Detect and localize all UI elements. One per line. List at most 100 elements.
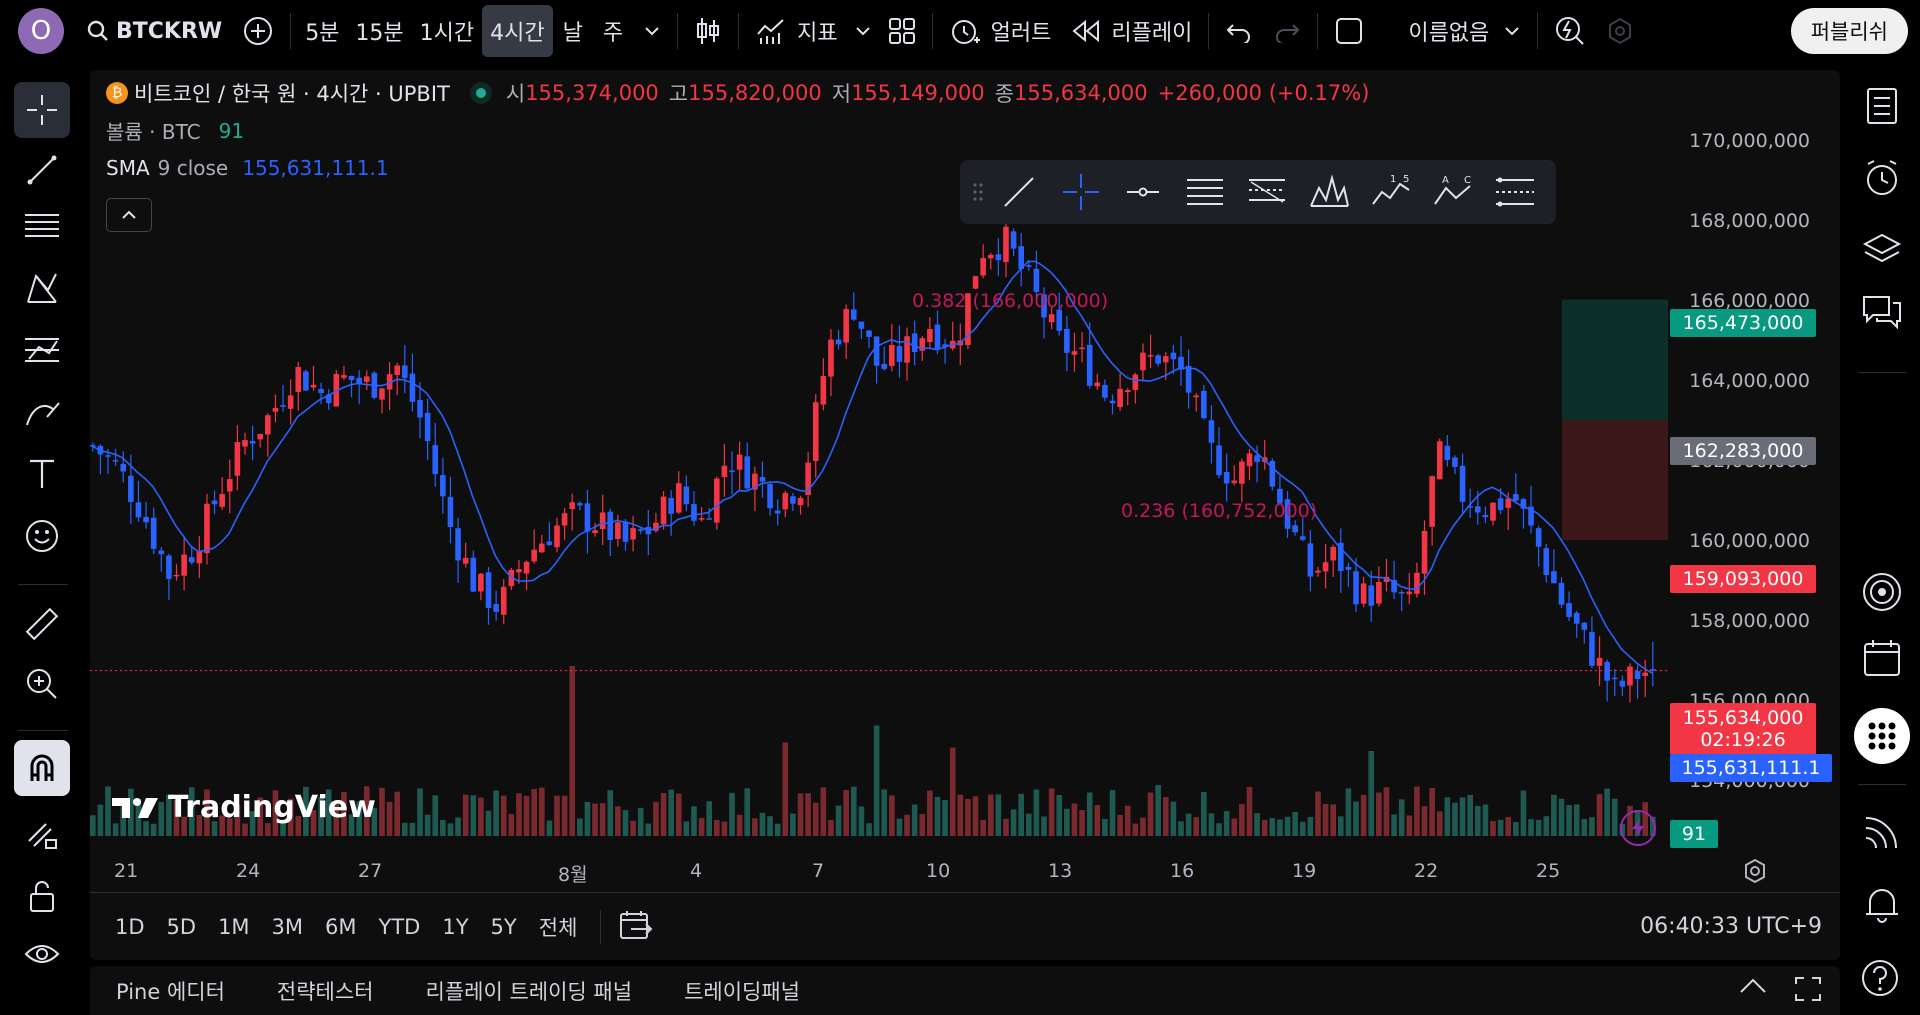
range-3m[interactable]: 3M	[261, 915, 314, 939]
db-horizontal-ray[interactable]	[1112, 166, 1174, 218]
interval-4h[interactable]: 4시간	[482, 5, 553, 57]
volume-bar	[470, 795, 477, 836]
expand-panel-button[interactable]	[1738, 976, 1768, 1000]
sma-legend[interactable]: SMA 9 close 155,631,111.1	[106, 156, 389, 180]
db-pattern[interactable]	[1298, 166, 1360, 218]
crosshair-tool[interactable]	[14, 82, 70, 138]
collapse-legend-button[interactable]	[106, 198, 152, 232]
text-tool[interactable]	[14, 446, 70, 502]
chart-pane[interactable]: ₿ 비트코인 / 한국 원 · 4시간 · UPBIT 시 155,374,000…	[90, 70, 1840, 960]
apps-button[interactable]	[1854, 708, 1910, 764]
lock-drawing-tool[interactable]	[14, 806, 70, 862]
range-1d[interactable]: 1D	[104, 915, 156, 939]
db-fib-retracement[interactable]	[1236, 166, 1298, 218]
measure-tool[interactable]	[14, 596, 70, 652]
lightning-badge[interactable]	[1620, 810, 1656, 846]
horizontal-lines-tool[interactable]	[14, 198, 70, 254]
candle-body	[774, 510, 781, 514]
volume-label: 볼륨 · BTC	[106, 120, 201, 144]
layouts-button[interactable]	[878, 5, 926, 57]
db-abc-pattern[interactable]: AC	[1422, 166, 1484, 218]
interval-week[interactable]: 주	[593, 5, 633, 57]
db-elliott-wave[interactable]: 15	[1360, 166, 1422, 218]
chats-button[interactable]	[1854, 284, 1910, 340]
range-1y[interactable]: 1Y	[431, 915, 479, 939]
emoji-tool[interactable]	[14, 508, 70, 564]
calendar-button[interactable]	[1854, 630, 1910, 686]
range-5d[interactable]: 5D	[156, 915, 208, 939]
tab-replay-trading-panel[interactable]: 리플레이 트레이딩 패널	[426, 976, 633, 1006]
symbol-search[interactable]: BTCKRW	[76, 5, 232, 57]
timezone-clock[interactable]: 06:40:33 UTC+9	[1640, 914, 1822, 939]
object-tree-button[interactable]	[1854, 222, 1910, 278]
redo-button[interactable]	[1263, 5, 1311, 57]
candle-body	[1414, 572, 1420, 594]
pattern-tool[interactable]	[14, 260, 70, 316]
volume-bar	[934, 796, 941, 836]
indicators-dropdown[interactable]	[848, 5, 878, 57]
interval-day[interactable]: 날	[553, 5, 593, 57]
replay-button[interactable]: 리플레이	[1061, 5, 1202, 57]
tab-trading-panel[interactable]: 트레이딩패널	[684, 976, 800, 1006]
chart-type-button[interactable]	[684, 5, 732, 57]
db-parallel-channel[interactable]	[1174, 166, 1236, 218]
interval-dropdown[interactable]	[633, 5, 671, 57]
candle-body	[1254, 455, 1260, 462]
ruler-icon	[25, 607, 59, 641]
range-1m[interactable]: 1M	[207, 915, 260, 939]
visibility-tool[interactable]	[14, 928, 70, 984]
candle-body	[828, 339, 834, 377]
fib-level-lower[interactable]: 0.236 (160,752,000)	[1121, 500, 1317, 522]
publish-button[interactable]: 퍼블리쉬	[1790, 8, 1908, 54]
stream-button[interactable]	[1854, 804, 1910, 860]
drag-handle[interactable]	[968, 181, 988, 203]
unlock-tool[interactable]	[14, 868, 70, 924]
help-button[interactable]	[1854, 952, 1910, 1008]
notifications-button[interactable]	[1854, 876, 1910, 932]
volume-legend[interactable]: 볼륨 · BTC 91	[106, 116, 244, 145]
symbol-title[interactable]: 비트코인 / 한국 원 · 4시간 · UPBIT	[134, 78, 450, 108]
volume-bar	[972, 796, 979, 836]
volume-bar	[432, 795, 439, 836]
quick-search-button[interactable]	[1544, 5, 1596, 57]
interval-15m[interactable]: 15분	[347, 5, 411, 57]
brush-tool[interactable]	[14, 384, 70, 440]
watchlist-button[interactable]	[1854, 78, 1910, 134]
volume-bar	[812, 802, 819, 836]
range-all[interactable]: 전체	[528, 912, 589, 942]
range-6m[interactable]: 6M	[314, 915, 367, 939]
settings-button[interactable]	[1596, 5, 1644, 57]
volume-bar	[630, 820, 636, 836]
maximize-panel-button[interactable]	[1794, 976, 1822, 1006]
db-forecast[interactable]	[1484, 166, 1546, 218]
tab-pine-editor[interactable]: Pine 에디터	[116, 976, 225, 1006]
alert-button[interactable]: 얼러트	[939, 5, 1062, 57]
range-5y[interactable]: 5Y	[480, 915, 528, 939]
magnet-tool[interactable]	[14, 740, 70, 796]
indicators-button[interactable]: 지표	[745, 5, 847, 57]
volume-bar	[1216, 823, 1222, 836]
alerts-button[interactable]	[1854, 150, 1910, 206]
db-trendline[interactable]	[988, 166, 1050, 218]
user-avatar[interactable]: O	[18, 8, 64, 54]
undo-button[interactable]	[1215, 5, 1263, 57]
interval-1h[interactable]: 1시간	[412, 5, 482, 57]
range-ytd[interactable]: YTD	[368, 915, 432, 939]
goto-date-button[interactable]	[613, 909, 659, 945]
candle-body	[493, 604, 499, 612]
bell-icon	[1866, 889, 1898, 923]
candle-body	[485, 572, 492, 608]
layout-select[interactable]: 이름없음	[1324, 5, 1531, 57]
lines-icon	[25, 214, 59, 237]
interval-5m[interactable]: 5분	[297, 5, 347, 57]
axis-settings-button[interactable]	[1742, 858, 1768, 888]
compare-add-button[interactable]	[232, 5, 284, 57]
forecast-tool[interactable]	[14, 322, 70, 378]
target-button[interactable]	[1854, 564, 1910, 620]
tab-strategy-tester[interactable]: 전략테스터	[277, 976, 374, 1006]
fib-level-upper[interactable]: 0.382 (166,000,000)	[912, 290, 1108, 312]
volume-bar	[409, 822, 416, 836]
trendline-tool[interactable]	[14, 142, 70, 198]
db-crosshair[interactable]	[1050, 166, 1112, 218]
zoom-tool[interactable]	[14, 656, 70, 712]
